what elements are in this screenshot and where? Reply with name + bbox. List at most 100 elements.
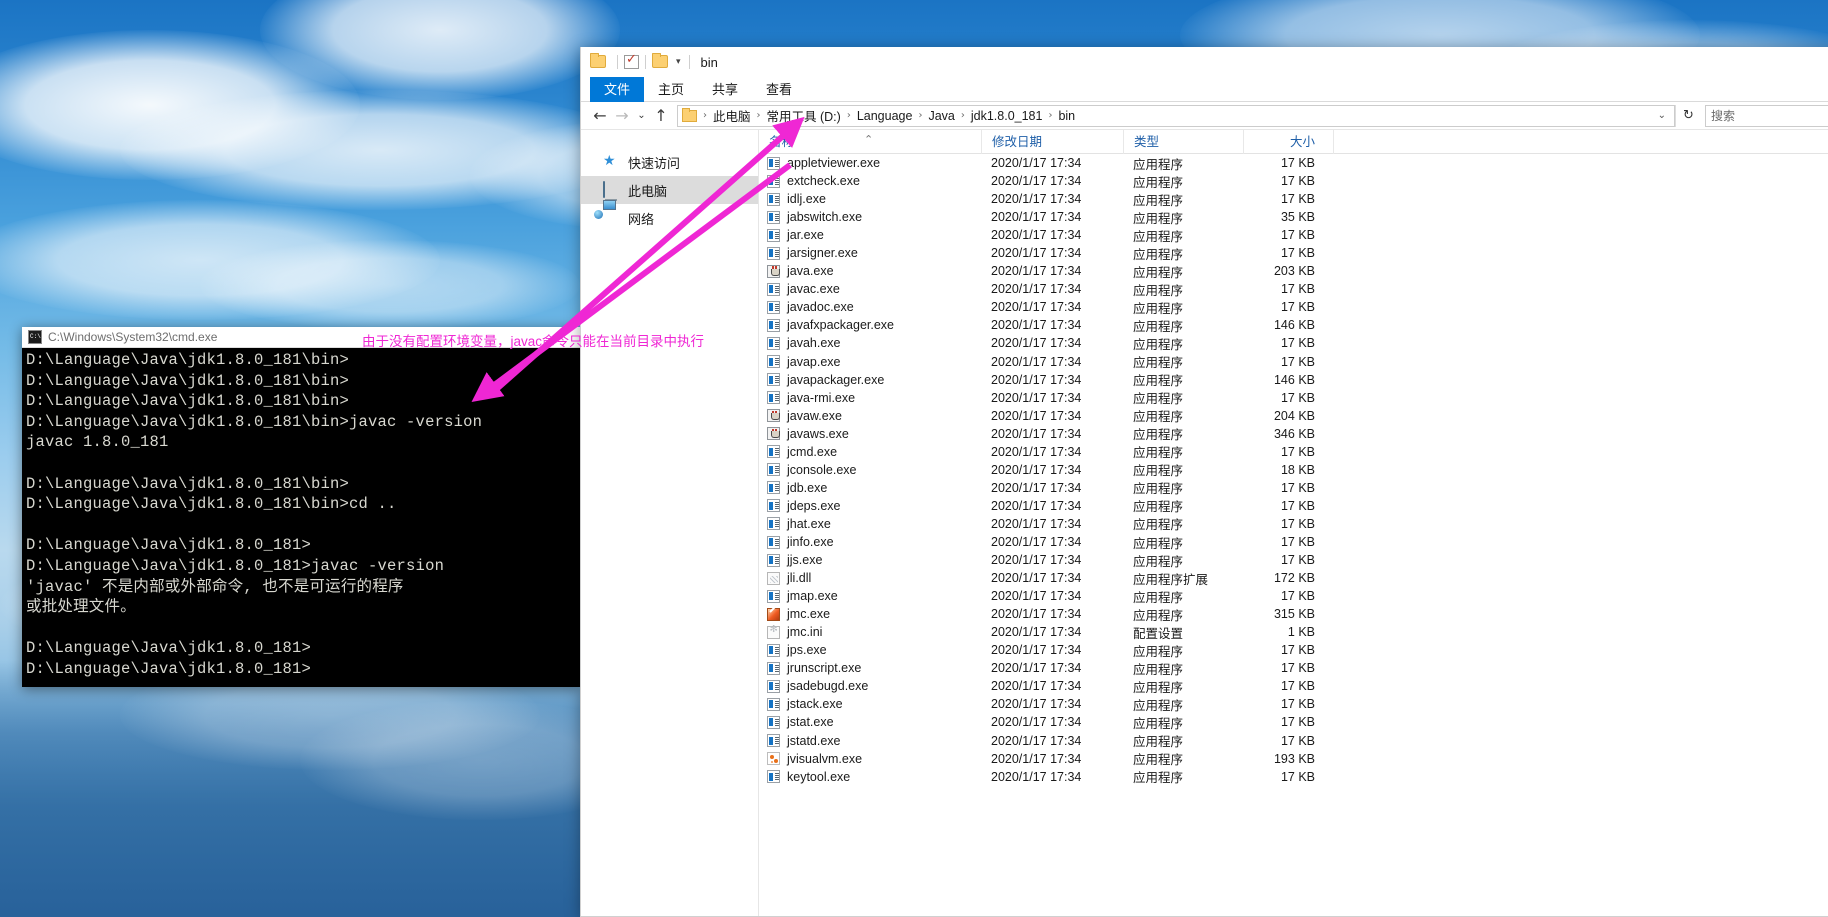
file-row[interactable]: javaw.exe 2020/1/17 17:34 应用程序 204 KB: [759, 407, 1828, 425]
file-name-cell[interactable]: jconsole.exe: [759, 463, 981, 477]
breadcrumb-item-bin[interactable]: bin: [1055, 109, 1078, 123]
file-row[interactable]: javafxpackager.exe 2020/1/17 17:34 应用程序 146…: [759, 316, 1828, 334]
file-name-cell[interactable]: jmc.exe: [759, 607, 981, 621]
file-row[interactable]: appletviewer.exe 2020/1/17 17:34 应用程序 17 KB: [759, 154, 1828, 172]
file-name-cell[interactable]: java-rmi.exe: [759, 391, 981, 405]
address-bar[interactable]: › 此电脑 › 常用工具 (D:) › Language › Java › jd…: [677, 104, 1675, 127]
file-name-cell[interactable]: javah.exe: [759, 336, 981, 350]
file-row[interactable]: jinfo.exe 2020/1/17 17:34 应用程序 17 KB: [759, 533, 1828, 551]
file-name-cell[interactable]: extcheck.exe: [759, 174, 981, 188]
file-row[interactable]: jrunscript.exe 2020/1/17 17:34 应用程序 17 KB: [759, 659, 1828, 677]
file-name-cell[interactable]: jvisualvm.exe: [759, 752, 981, 766]
file-explorer-window[interactable]: ▾ bin 文件 主页 共享 查看 ← → ⌄ ↑ › 此电脑 › 常用工具 (…: [580, 47, 1828, 917]
tab-share[interactable]: 共享: [698, 77, 752, 102]
file-row[interactable]: jstatd.exe 2020/1/17 17:34 应用程序 17 KB: [759, 732, 1828, 750]
file-name-cell[interactable]: jstat.exe: [759, 715, 981, 729]
back-button[interactable]: ←: [589, 105, 611, 127]
file-name-cell[interactable]: keytool.exe: [759, 770, 981, 784]
file-row[interactable]: jdeps.exe 2020/1/17 17:34 应用程序 17 KB: [759, 497, 1828, 515]
file-name-cell[interactable]: jar.exe: [759, 228, 981, 242]
up-button[interactable]: ↑: [650, 105, 672, 127]
address-chevron-down-icon[interactable]: ⌄: [1650, 110, 1674, 121]
file-row[interactable]: jconsole.exe 2020/1/17 17:34 应用程序 18 KB: [759, 461, 1828, 479]
file-row[interactable]: javah.exe 2020/1/17 17:34 应用程序 17 KB: [759, 334, 1828, 352]
search-input[interactable]: 搜索: [1705, 104, 1828, 127]
file-row[interactable]: jdb.exe 2020/1/17 17:34 应用程序 17 KB: [759, 479, 1828, 497]
new-folder-icon[interactable]: [652, 52, 668, 70]
file-row[interactable]: javapackager.exe 2020/1/17 17:34 应用程序 146 K…: [759, 371, 1828, 389]
file-name-cell[interactable]: jsadebugd.exe: [759, 679, 981, 693]
file-name-cell[interactable]: javapackager.exe: [759, 373, 981, 387]
file-name-cell[interactable]: jps.exe: [759, 643, 981, 657]
file-row[interactable]: jar.exe 2020/1/17 17:34 应用程序 17 KB: [759, 226, 1828, 244]
recent-locations-button[interactable]: ⌄: [633, 105, 650, 127]
file-name-cell[interactable]: jstatd.exe: [759, 734, 981, 748]
file-row[interactable]: jabswitch.exe 2020/1/17 17:34 应用程序 35 KB: [759, 208, 1828, 226]
file-name-cell[interactable]: jcmd.exe: [759, 445, 981, 459]
file-name-cell[interactable]: javaw.exe: [759, 409, 981, 423]
breadcrumb-item-jdk[interactable]: jdk1.8.0_181: [968, 109, 1046, 123]
tab-view[interactable]: 查看: [752, 77, 806, 102]
file-row[interactable]: jsadebugd.exe 2020/1/17 17:34 应用程序 17 KB: [759, 677, 1828, 695]
file-row[interactable]: jmap.exe 2020/1/17 17:34 应用程序 17 KB: [759, 587, 1828, 605]
file-row[interactable]: javap.exe 2020/1/17 17:34 应用程序 17 KB: [759, 353, 1828, 371]
file-list[interactable]: appletviewer.exe 2020/1/17 17:34 应用程序 17 KB…: [759, 154, 1828, 916]
file-name-cell[interactable]: javap.exe: [759, 355, 981, 369]
file-row[interactable]: jarsigner.exe 2020/1/17 17:34 应用程序 17 KB: [759, 244, 1828, 262]
file-name-cell[interactable]: jmc.ini: [759, 625, 981, 639]
file-row[interactable]: extcheck.exe 2020/1/17 17:34 应用程序 17 KB: [759, 172, 1828, 190]
column-header-type[interactable]: 类型: [1123, 129, 1243, 154]
file-row[interactable]: jmc.exe 2020/1/17 17:34 应用程序 315 KB: [759, 605, 1828, 623]
file-row[interactable]: keytool.exe 2020/1/17 17:34 应用程序 17 KB: [759, 768, 1828, 786]
forward-button[interactable]: →: [611, 105, 633, 127]
column-header-size[interactable]: 大小: [1243, 129, 1333, 154]
file-row[interactable]: java.exe 2020/1/17 17:34 应用程序 203 KB: [759, 262, 1828, 280]
file-name-cell[interactable]: jinfo.exe: [759, 535, 981, 549]
file-name-cell[interactable]: jabswitch.exe: [759, 210, 981, 224]
file-row[interactable]: jli.dll 2020/1/17 17:34 应用程序扩展 172 KB: [759, 569, 1828, 587]
file-name-cell[interactable]: javafxpackager.exe: [759, 318, 981, 332]
file-row[interactable]: jps.exe 2020/1/17 17:34 应用程序 17 KB: [759, 641, 1828, 659]
file-row[interactable]: jvisualvm.exe 2020/1/17 17:34 应用程序 193 KB: [759, 750, 1828, 768]
file-name-cell[interactable]: jdb.exe: [759, 481, 981, 495]
file-name-cell[interactable]: jmap.exe: [759, 589, 981, 603]
file-name-cell[interactable]: javadoc.exe: [759, 300, 981, 314]
file-row[interactable]: jmc.ini 2020/1/17 17:34 配置设置 1 KB: [759, 623, 1828, 641]
chevron-down-icon[interactable]: ▾: [676, 57, 681, 67]
refresh-icon[interactable]: ↻: [1675, 104, 1701, 127]
file-row[interactable]: idlj.exe 2020/1/17 17:34 应用程序 17 KB: [759, 190, 1828, 208]
folder-icon[interactable]: [590, 52, 606, 70]
breadcrumb-item-this-pc[interactable]: 此电脑: [710, 106, 754, 125]
file-row[interactable]: jjs.exe 2020/1/17 17:34 应用程序 17 KB: [759, 551, 1828, 569]
properties-check-icon[interactable]: [624, 52, 639, 69]
file-name-cell[interactable]: java.exe: [759, 264, 981, 278]
file-row[interactable]: jstat.exe 2020/1/17 17:34 应用程序 17 KB: [759, 713, 1828, 731]
file-name-cell[interactable]: jdeps.exe: [759, 499, 981, 513]
cmd-window[interactable]: C:\ C:\Windows\System32\cmd.exe D:\Langu…: [22, 327, 580, 687]
file-row[interactable]: jcmd.exe 2020/1/17 17:34 应用程序 17 KB: [759, 443, 1828, 461]
file-name-cell[interactable]: idlj.exe: [759, 192, 981, 206]
column-header-date[interactable]: 修改日期: [981, 129, 1123, 154]
cmd-console-output[interactable]: D:\Language\Java\jdk1.8.0_181\bin> D:\Lan…: [22, 348, 580, 680]
file-name-cell[interactable]: jrunscript.exe: [759, 661, 981, 675]
file-name-cell[interactable]: jjs.exe: [759, 553, 981, 567]
file-name-cell[interactable]: jli.dll: [759, 571, 981, 585]
tab-file[interactable]: 文件: [590, 77, 645, 102]
breadcrumb-item-java[interactable]: Java: [925, 109, 957, 123]
file-name-cell[interactable]: jhat.exe: [759, 517, 981, 531]
sidebar-item-quick-access[interactable]: ★ 快速访问: [581, 148, 758, 176]
file-row[interactable]: jhat.exe 2020/1/17 17:34 应用程序 17 KB: [759, 515, 1828, 533]
file-row[interactable]: javac.exe 2020/1/17 17:34 应用程序 17 KB: [759, 280, 1828, 298]
file-name-cell[interactable]: javac.exe: [759, 282, 981, 296]
tab-home[interactable]: 主页: [644, 77, 698, 102]
file-row[interactable]: java-rmi.exe 2020/1/17 17:34 应用程序 17 KB: [759, 389, 1828, 407]
file-name-cell[interactable]: appletviewer.exe: [759, 156, 981, 170]
file-row[interactable]: jstack.exe 2020/1/17 17:34 应用程序 17 KB: [759, 695, 1828, 713]
breadcrumb-item-language[interactable]: Language: [854, 109, 916, 123]
file-row[interactable]: javadoc.exe 2020/1/17 17:34 应用程序 17 KB: [759, 298, 1828, 316]
file-name-cell[interactable]: javaws.exe: [759, 427, 981, 441]
file-name-cell[interactable]: jarsigner.exe: [759, 246, 981, 260]
file-name-cell[interactable]: jstack.exe: [759, 697, 981, 711]
sidebar-item-network[interactable]: 网络: [581, 204, 758, 232]
explorer-titlebar[interactable]: ▾ bin: [581, 47, 1828, 77]
